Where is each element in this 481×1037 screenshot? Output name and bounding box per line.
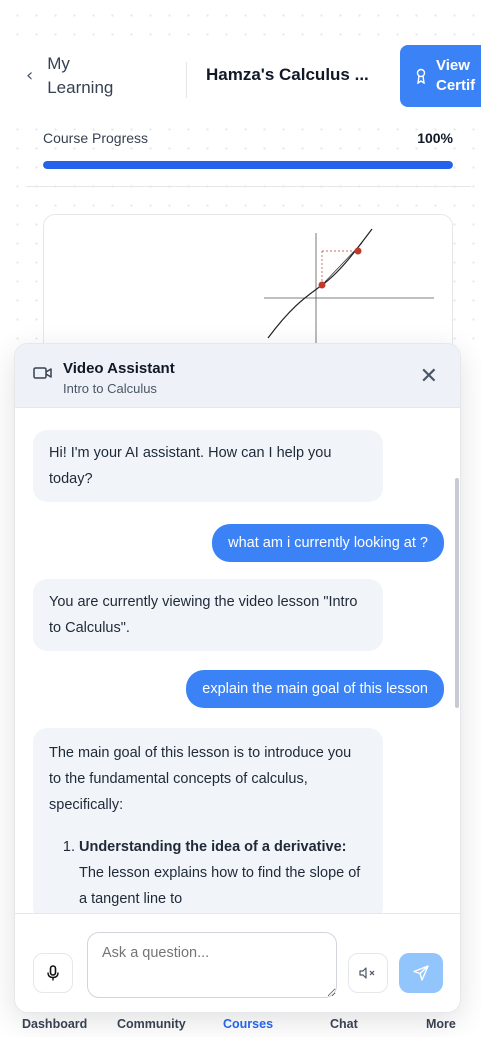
view-certificate-button[interactable]: View Certif [400,45,481,107]
assistant-header: Video Assistant Intro to Calculus ✕ [15,344,460,408]
user-message: explain the main goal of this lesson [186,670,444,708]
view-certificate-label: View Certif [436,57,476,94]
back-to-my-learning[interactable]: ‹ My Learning [26,52,127,100]
derivative-graph-thumbnail [264,228,434,343]
mute-button[interactable] [348,953,388,993]
nav-courses[interactable]: Courses [223,1017,273,1031]
list-item-text: The lesson explains how to find the slop… [79,865,361,907]
assistant-title: Video Assistant [63,360,175,377]
message-text: what am i currently looking at ? [228,535,428,551]
nav-more[interactable]: More [426,1017,456,1031]
message-text: You are currently viewing the video less… [49,594,358,636]
progress-bar [43,161,453,169]
chat-input-area [15,913,460,1012]
user-message: what am i currently looking at ? [212,524,444,562]
course-progress: Course Progress 100% [43,130,453,169]
award-icon [416,68,426,84]
assistant-subtitle: Intro to Calculus [63,381,157,396]
microphone-icon [47,965,59,981]
section-divider [26,186,471,187]
nav-dashboard[interactable]: Dashboard [22,1017,87,1031]
microphone-button[interactable] [33,953,73,993]
send-icon [413,965,429,981]
chat-messages[interactable]: Hi! I'm your AI assistant. How can I hel… [15,408,460,913]
close-icon[interactable]: ✕ [420,366,438,388]
nav-community[interactable]: Community [117,1017,186,1031]
speaker-muted-icon [359,967,375,979]
progress-percent: 100% [417,130,453,146]
chevron-left-icon: ‹ [26,65,34,86]
nav-chat[interactable]: Chat [330,1017,358,1031]
assistant-message: You are currently viewing the video less… [33,579,383,651]
assistant-message: Hi! I'm your AI assistant. How can I hel… [33,430,383,502]
assistant-message: The main goal of this lesson is to intro… [33,728,383,913]
video-assistant-panel: Video Assistant Intro to Calculus ✕ Hi! … [14,343,461,1013]
progress-label: Course Progress [43,130,149,146]
header-divider [186,62,187,98]
back-label: My Learning [47,54,114,97]
message-text: explain the main goal of this lesson [202,681,428,697]
list-item: Understanding the idea of a derivative: … [79,834,367,912]
bottom-navigation: Dashboard Community Courses Chat More [0,1010,481,1037]
question-input[interactable] [87,932,337,998]
message-text: Hi! I'm your AI assistant. How can I hel… [49,445,332,487]
send-button[interactable] [399,953,443,993]
video-camera-icon [33,367,52,379]
page-title: Hamza's Calculus ... [206,65,369,84]
message-list: Understanding the idea of a derivative: … [49,834,367,912]
message-text: The main goal of this lesson is to intro… [49,745,352,813]
progress-bar-fill [43,161,453,169]
chat-scrollbar[interactable] [455,478,459,708]
list-item-heading: Understanding the idea of a derivative: [79,839,347,855]
